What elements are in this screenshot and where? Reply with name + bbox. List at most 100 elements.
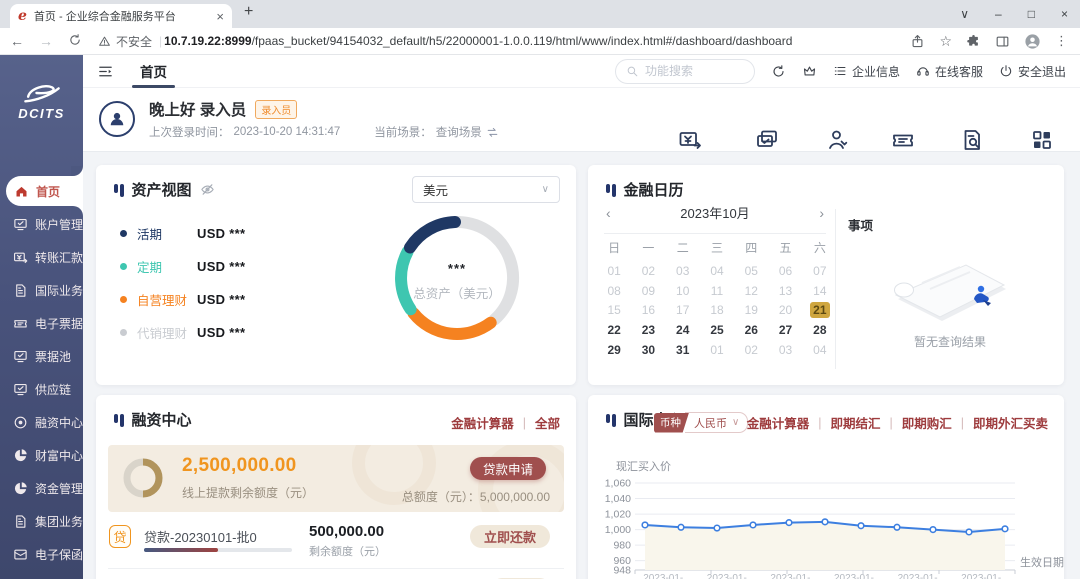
asset-legend-row-0[interactable]: 活期USD *** <box>120 217 245 250</box>
calendar-day[interactable]: 31 <box>666 343 700 357</box>
forward-button[interactable]: → <box>39 33 53 49</box>
asset-legend-row-3[interactable]: 代销理财USD *** <box>120 316 245 349</box>
sidebar-item-3[interactable]: 国际业务 <box>0 275 83 305</box>
repay-now-button[interactable]: 立即还款 <box>470 525 550 548</box>
legend-label: 活期 <box>137 224 197 243</box>
currency-type-select[interactable]: 币种 人民币 ∨ <box>654 412 748 433</box>
sidebar-item-6[interactable]: 供应链 <box>0 374 83 404</box>
sidebar-item-10[interactable]: 集团业务 <box>0 506 83 536</box>
international-link-0[interactable]: 金融计算器 <box>747 413 810 432</box>
security-chip[interactable]: 不安全 | <box>98 33 164 50</box>
crown-icon[interactable] <box>802 64 817 79</box>
calendar-day[interactable]: 10 <box>666 284 700 298</box>
international-link-1[interactable]: 即期结汇 <box>830 413 880 432</box>
calendar-day[interactable]: 08 <box>597 284 631 298</box>
search-input[interactable] <box>645 64 744 78</box>
calendar-day[interactable]: 04 <box>803 343 837 357</box>
sidebar-item-8[interactable]: 财富中心 <box>0 440 83 470</box>
currency-select[interactable]: 美元 ∨ <box>412 176 560 203</box>
calendar-day-selected[interactable]: 21 <box>803 302 837 318</box>
calendar-day[interactable]: 15 <box>597 303 631 317</box>
calendar-day[interactable]: 01 <box>700 343 734 357</box>
ticket-icon <box>891 128 915 152</box>
safe-exit-button[interactable]: 安全退出 <box>999 63 1066 80</box>
panel-bars-icon <box>114 412 124 427</box>
financing-link-0[interactable]: 金融计算器 <box>451 413 514 432</box>
calendar-day[interactable]: 02 <box>734 343 768 357</box>
sidebar-item-7[interactable]: 融资中心 <box>0 407 83 437</box>
calendar-day[interactable]: 13 <box>768 284 802 298</box>
maximize-button[interactable]: □ <box>1028 7 1035 21</box>
calendar-day[interactable]: 17 <box>666 303 700 317</box>
calendar-day[interactable]: 26 <box>734 323 768 337</box>
calendar-day[interactable]: 24 <box>666 323 700 337</box>
refresh-icon[interactable] <box>771 64 786 79</box>
function-search[interactable] <box>615 59 755 84</box>
financing-link-1[interactable]: 全部 <box>535 413 560 432</box>
calendar-prev-button[interactable]: ‹ <box>604 205 613 221</box>
calendar-day[interactable]: 30 <box>631 343 665 357</box>
swap-scene-icon[interactable] <box>486 126 499 139</box>
sidebar-item-label: 国际业务 <box>35 282 83 299</box>
international-link-2[interactable]: 即期购汇 <box>902 413 952 432</box>
calendar-day[interactable]: 16 <box>631 303 665 317</box>
tab-close-icon[interactable]: × <box>216 9 224 24</box>
calendar-day[interactable]: 27 <box>768 323 802 337</box>
asset-legend-row-1[interactable]: 定期USD *** <box>120 250 245 283</box>
loan-apply-button[interactable]: 贷款申请 <box>470 457 546 480</box>
new-tab-button[interactable]: + <box>244 3 253 21</box>
extensions-puzzle-icon[interactable] <box>966 34 981 49</box>
calendar-day[interactable]: 07 <box>803 264 837 278</box>
tab-search-icon[interactable]: ∨ <box>960 7 969 21</box>
sidebar-item-11[interactable]: 电子保函 <box>0 539 83 569</box>
sidebar-item-9[interactable]: 资金管理 <box>0 473 83 503</box>
calendar-day[interactable]: 20 <box>768 303 802 317</box>
calendar-day[interactable]: 25 <box>700 323 734 337</box>
sidebar-item-4[interactable]: 电子票据 <box>0 308 83 338</box>
calendar-day[interactable]: 09 <box>631 284 665 298</box>
calendar-day[interactable]: 03 <box>666 264 700 278</box>
calendar-day[interactable]: 01 <box>597 264 631 278</box>
calendar-next-button[interactable]: › <box>817 205 826 221</box>
calendar-day[interactable]: 22 <box>597 323 631 337</box>
calendar-day[interactable]: 05 <box>734 264 768 278</box>
collapse-menu-icon[interactable] <box>97 63 114 80</box>
favicon-icon: e <box>18 9 27 23</box>
online-service-button[interactable]: 在线客服 <box>916 63 983 80</box>
browser-menu-icon[interactable]: ⋮ <box>1055 33 1068 49</box>
tab-home[interactable]: 首页 <box>130 55 177 88</box>
calendar-day[interactable]: 06 <box>768 264 802 278</box>
calendar-day[interactable]: 18 <box>700 303 734 317</box>
legend-label: 自营理财 <box>137 290 197 309</box>
reload-icon[interactable] <box>68 33 82 47</box>
asset-legend-row-2[interactable]: 自营理财USD *** <box>120 283 245 316</box>
home-icon <box>14 184 29 199</box>
calendar-day[interactable]: 29 <box>597 343 631 357</box>
window-close-button[interactable]: × <box>1061 7 1068 21</box>
calendar-day[interactable]: 03 <box>768 343 802 357</box>
calendar-day[interactable]: 02 <box>631 264 665 278</box>
calendar-day[interactable]: 23 <box>631 323 665 337</box>
sidebar-item-2[interactable]: 转账汇款 <box>0 242 83 272</box>
eye-off-icon[interactable] <box>200 182 215 197</box>
calendar-day[interactable]: 19 <box>734 303 768 317</box>
sidebar-item-1[interactable]: 账户管理 <box>0 209 83 239</box>
calendar-day[interactable]: 04 <box>700 264 734 278</box>
back-button[interactable]: ← <box>10 33 24 49</box>
share-icon[interactable] <box>910 34 925 49</box>
weekday-label: 三 <box>700 239 734 256</box>
bookmark-star-icon[interactable]: ☆ <box>939 33 952 50</box>
browser-tab[interactable]: e 首页 - 企业综合金融服务平台 × <box>10 4 232 28</box>
enterprise-info-button[interactable]: 企业信息 <box>833 63 900 80</box>
calendar-day[interactable]: 28 <box>803 323 837 337</box>
side-panel-icon[interactable] <box>995 34 1010 49</box>
calendar-day[interactable]: 14 <box>803 284 837 298</box>
international-link-3[interactable]: 即期外汇买卖 <box>973 413 1048 432</box>
calendar-day[interactable]: 12 <box>734 284 768 298</box>
sidebar-item-0[interactable]: 首页 <box>6 176 83 206</box>
calendar-day[interactable]: 11 <box>700 284 734 298</box>
minimize-button[interactable]: – <box>995 7 1002 21</box>
url-bar[interactable]: 10.7.19.22:8999/fpaas_bucket/94154032_de… <box>164 34 898 48</box>
browser-profile-avatar[interactable] <box>1024 33 1041 50</box>
sidebar-item-5[interactable]: 票据池 <box>0 341 83 371</box>
